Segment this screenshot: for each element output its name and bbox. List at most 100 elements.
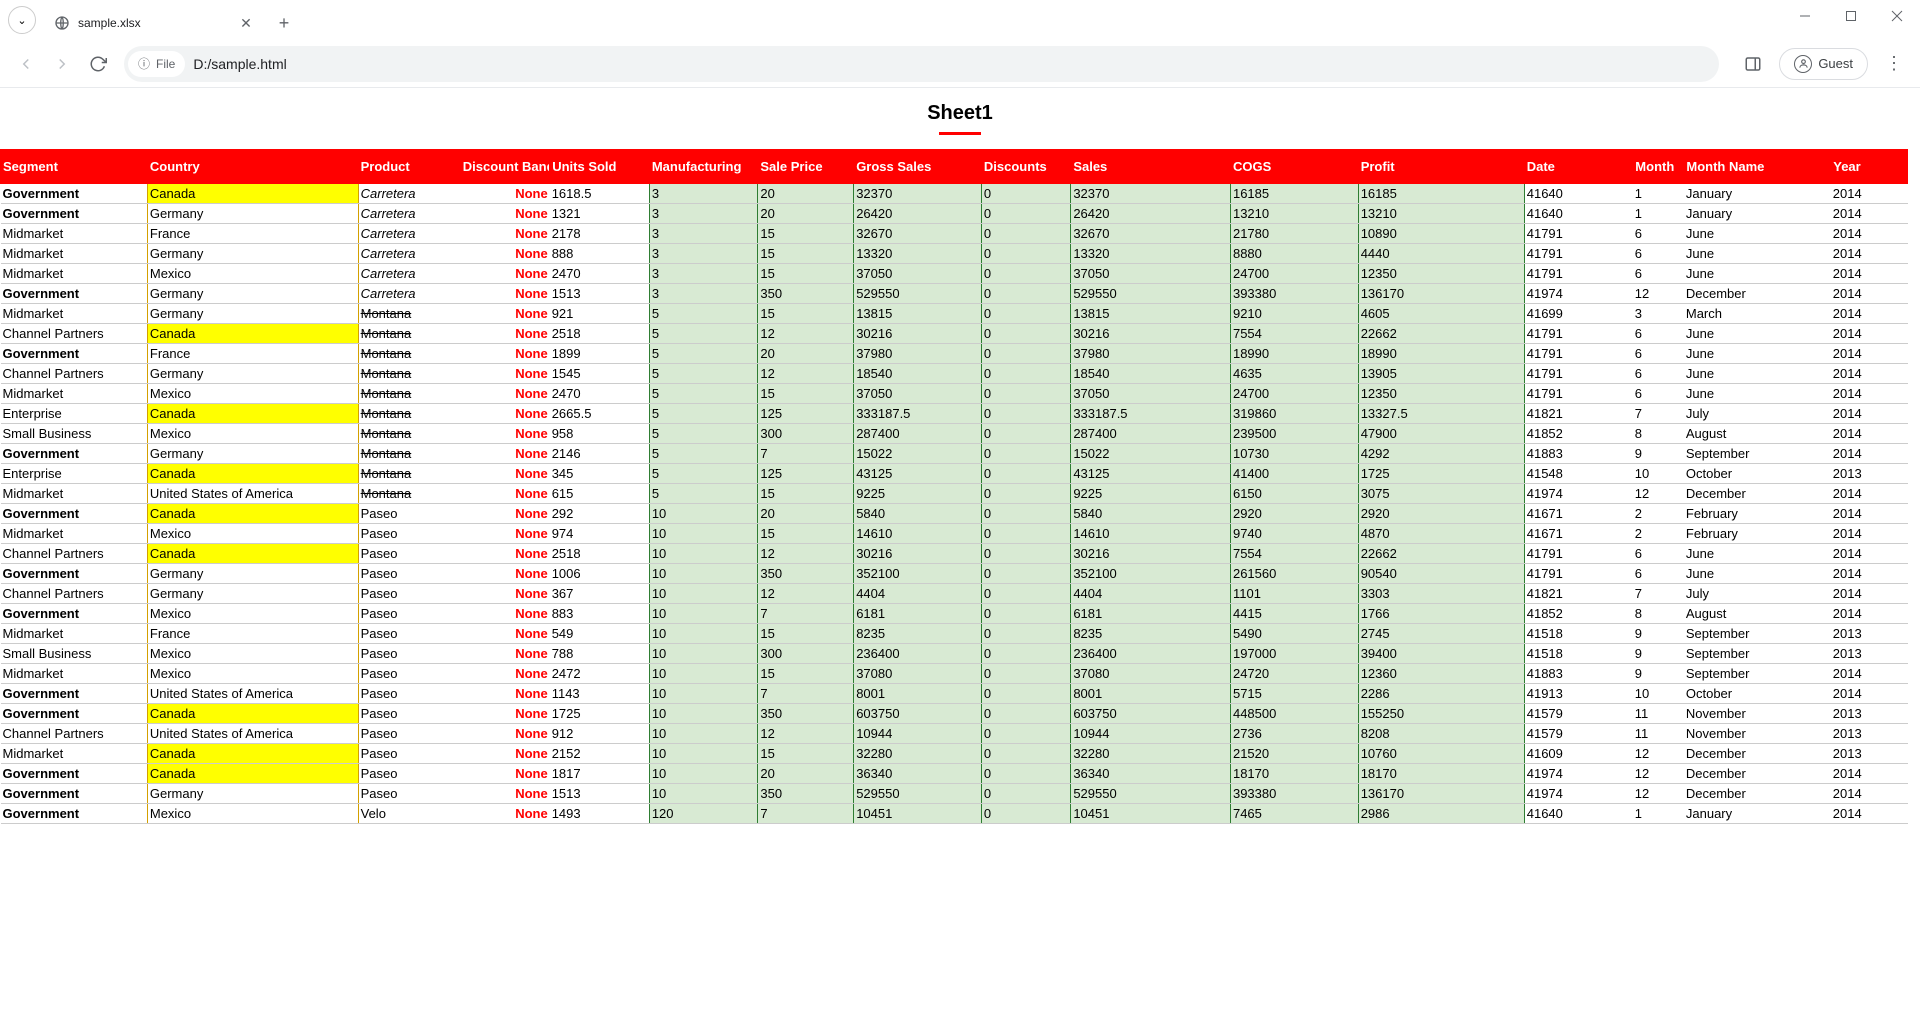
table-cell[interactable]: 2014	[1831, 424, 1908, 444]
table-cell[interactable]: 4404	[854, 584, 982, 604]
table-cell[interactable]: 6181	[1071, 604, 1231, 624]
table-cell[interactable]: None	[460, 744, 549, 764]
table-cell[interactable]: 15	[758, 244, 854, 264]
table-cell[interactable]: Midmarket	[1, 484, 148, 504]
table-cell[interactable]: 16185	[1358, 184, 1524, 204]
table-cell[interactable]: Canada	[147, 324, 358, 344]
table-cell[interactable]: 350	[758, 784, 854, 804]
table-cell[interactable]: October	[1684, 464, 1831, 484]
table-cell[interactable]: 12	[758, 724, 854, 744]
table-cell[interactable]: Paseo	[358, 624, 460, 644]
table-cell[interactable]: Mexico	[147, 604, 358, 624]
table-cell[interactable]: 12	[1633, 484, 1684, 504]
table-cell[interactable]: 6	[1633, 384, 1684, 404]
table-cell[interactable]: 41913	[1524, 684, 1633, 704]
table-cell[interactable]: 9	[1633, 664, 1684, 684]
table-cell[interactable]: 11	[1633, 704, 1684, 724]
table-cell[interactable]: Paseo	[358, 664, 460, 684]
table-cell[interactable]: 287400	[1071, 424, 1231, 444]
table-cell[interactable]: 6	[1633, 564, 1684, 584]
table-cell[interactable]: 2146	[550, 444, 650, 464]
table-cell[interactable]: 0	[981, 624, 1070, 644]
table-cell[interactable]: 10	[649, 604, 758, 624]
table-cell[interactable]: 7	[1633, 584, 1684, 604]
table-cell[interactable]: 319860	[1230, 404, 1358, 424]
table-cell[interactable]: 41791	[1524, 564, 1633, 584]
table-cell[interactable]: 2014	[1831, 804, 1908, 824]
table-cell[interactable]: Paseo	[358, 564, 460, 584]
table-cell[interactable]: 13320	[1071, 244, 1231, 264]
table-cell[interactable]: 7554	[1230, 324, 1358, 344]
table-cell[interactable]: 345	[550, 464, 650, 484]
table-cell[interactable]: 2470	[550, 384, 650, 404]
table-cell[interactable]: 883	[550, 604, 650, 624]
table-cell[interactable]: None	[460, 504, 549, 524]
table-cell[interactable]: 529550	[854, 284, 982, 304]
table-cell[interactable]: 41699	[1524, 304, 1633, 324]
table-cell[interactable]: Government	[1, 804, 148, 824]
table-cell[interactable]: 3	[649, 244, 758, 264]
table-cell[interactable]: Midmarket	[1, 524, 148, 544]
table-cell[interactable]: 2518	[550, 324, 650, 344]
table-cell[interactable]: 9	[1633, 644, 1684, 664]
table-cell[interactable]: 41791	[1524, 344, 1633, 364]
table-cell[interactable]: 2014	[1831, 384, 1908, 404]
table-cell[interactable]: 41609	[1524, 744, 1633, 764]
table-cell[interactable]: None	[460, 784, 549, 804]
table-cell[interactable]: Canada	[147, 404, 358, 424]
table-cell[interactable]: 20	[758, 184, 854, 204]
table-cell[interactable]: Montana	[358, 444, 460, 464]
table-cell[interactable]: 0	[981, 764, 1070, 784]
table-cell[interactable]: 2014	[1831, 484, 1908, 504]
forward-button[interactable]	[44, 46, 80, 82]
table-cell[interactable]: 41671	[1524, 524, 1633, 544]
table-cell[interactable]: 2014	[1831, 324, 1908, 344]
table-cell[interactable]: 2736	[1230, 724, 1358, 744]
table-cell[interactable]: 603750	[1071, 704, 1231, 724]
table-cell[interactable]: 26420	[854, 204, 982, 224]
table-cell[interactable]: 136170	[1358, 784, 1524, 804]
table-cell[interactable]: Germany	[147, 784, 358, 804]
table-cell[interactable]: Montana	[358, 424, 460, 444]
table-cell[interactable]: Paseo	[358, 784, 460, 804]
table-cell[interactable]: 15	[758, 484, 854, 504]
table-cell[interactable]: 18170	[1358, 764, 1524, 784]
table-cell[interactable]: December	[1684, 744, 1831, 764]
table-cell[interactable]: 26420	[1071, 204, 1231, 224]
table-cell[interactable]: 90540	[1358, 564, 1524, 584]
table-cell[interactable]: 37080	[854, 664, 982, 684]
table-cell[interactable]: 333187.5	[1071, 404, 1231, 424]
tab-search-button[interactable]: ⌄	[8, 6, 36, 34]
table-cell[interactable]: 2014	[1831, 604, 1908, 624]
table-cell[interactable]: 1	[1633, 204, 1684, 224]
back-button[interactable]	[8, 46, 44, 82]
table-cell[interactable]: Channel Partners	[1, 364, 148, 384]
table-cell[interactable]: 10	[649, 664, 758, 684]
table-cell[interactable]: 8	[1633, 604, 1684, 624]
table-cell[interactable]: 36340	[1071, 764, 1231, 784]
table-cell[interactable]: Germany	[147, 564, 358, 584]
table-cell[interactable]: Carretera	[358, 264, 460, 284]
minimize-button[interactable]	[1782, 0, 1828, 32]
table-cell[interactable]: 7	[758, 684, 854, 704]
table-cell[interactable]: Enterprise	[1, 404, 148, 424]
table-cell[interactable]: 6150	[1230, 484, 1358, 504]
table-cell[interactable]: 15	[758, 264, 854, 284]
table-cell[interactable]: None	[460, 244, 549, 264]
table-cell[interactable]: 37050	[854, 264, 982, 284]
table-cell[interactable]: 5	[649, 484, 758, 504]
table-cell[interactable]: Montana	[358, 304, 460, 324]
table-cell[interactable]: 10730	[1230, 444, 1358, 464]
table-cell[interactable]: December	[1684, 764, 1831, 784]
table-cell[interactable]: None	[460, 344, 549, 364]
table-cell[interactable]: 2013	[1831, 624, 1908, 644]
table-cell[interactable]: Midmarket	[1, 264, 148, 284]
table-cell[interactable]: 2014	[1831, 584, 1908, 604]
table-cell[interactable]: Paseo	[358, 584, 460, 604]
table-cell[interactable]: 393380	[1230, 284, 1358, 304]
table-cell[interactable]: 4870	[1358, 524, 1524, 544]
table-cell[interactable]: Government	[1, 204, 148, 224]
table-cell[interactable]: 350	[758, 704, 854, 724]
table-cell[interactable]: 615	[550, 484, 650, 504]
table-cell[interactable]: 125	[758, 404, 854, 424]
